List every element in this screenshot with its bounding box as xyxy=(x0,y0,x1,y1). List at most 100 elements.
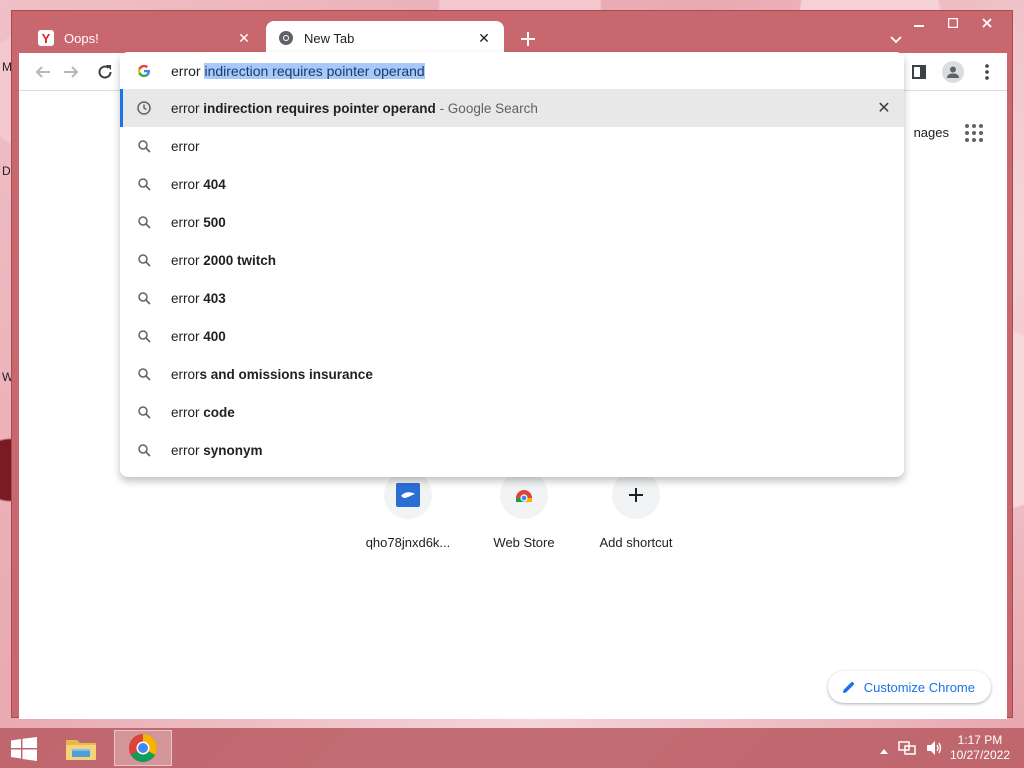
site-icon xyxy=(384,471,432,519)
new-tab-button[interactable] xyxy=(516,27,540,51)
plus-icon xyxy=(612,471,660,519)
web-store-icon xyxy=(500,471,548,519)
more-vert-icon xyxy=(985,64,989,80)
reload-button[interactable] xyxy=(93,60,117,84)
suggestion-item[interactable]: error 400 xyxy=(120,317,904,355)
search-icon xyxy=(136,404,152,420)
side-panel-button[interactable] xyxy=(907,60,931,84)
remove-suggestion-icon[interactable]: ✕ xyxy=(876,100,892,117)
folder-icon xyxy=(66,740,96,760)
suggestion-bold: 404 xyxy=(203,176,226,192)
suggestion-prefix: error xyxy=(171,176,204,192)
suggestion-item[interactable]: error xyxy=(120,127,904,165)
start-button[interactable] xyxy=(10,737,38,761)
autocomplete-selection: indirection requires pointer operand xyxy=(204,63,425,79)
plus-icon xyxy=(521,32,535,46)
tab-oops[interactable]: Y Oops! ✕ xyxy=(26,21,264,55)
suggestion-bold: 500 xyxy=(203,214,226,230)
address-bar[interactable]: error indirection requires pointer opera… xyxy=(120,52,904,90)
shortcut-tile[interactable]: Web Store xyxy=(468,471,580,550)
chrome-icon xyxy=(129,734,157,762)
tab-new-tab[interactable]: New Tab ✕ xyxy=(266,21,504,55)
address-input[interactable]: error indirection requires pointer opera… xyxy=(171,63,425,79)
arrow-right-icon xyxy=(64,66,79,78)
customize-chrome-button[interactable]: Customize Chrome xyxy=(827,671,991,703)
clock-date: 10/27/2022 xyxy=(949,748,1010,762)
suggestion-item[interactable]: error s and omissions insurance xyxy=(120,355,904,393)
chevron-down-icon xyxy=(890,36,902,44)
suggestion-item[interactable]: error code xyxy=(120,393,904,431)
suggestion-bold: 2000 twitch xyxy=(203,252,277,268)
back-button[interactable] xyxy=(31,60,55,84)
tab-search-button[interactable] xyxy=(890,31,902,47)
shortcut-label: Web Store xyxy=(493,535,555,550)
person-icon xyxy=(947,66,959,78)
tab-title: Oops! xyxy=(64,30,99,46)
typed-text: error xyxy=(171,63,205,79)
suggestion-prefix: error xyxy=(171,214,204,230)
suggestion-bold: code xyxy=(203,404,235,420)
system-tray xyxy=(880,740,944,759)
suggestion-item[interactable]: error 500 xyxy=(120,203,904,241)
shortcut-tile[interactable]: qho78jnxd6k... xyxy=(352,471,464,550)
suggestion-prefix: error xyxy=(171,252,204,268)
suggestion-bold: synonym xyxy=(203,442,263,458)
menu-button[interactable] xyxy=(975,60,999,84)
arrow-left-icon xyxy=(35,66,50,78)
side-panel-icon xyxy=(912,65,926,79)
search-icon xyxy=(136,138,152,154)
images-link[interactable]: nages xyxy=(914,125,949,140)
suggestion-prefix: error xyxy=(171,328,204,344)
suggestion-list: error indirection requires pointer opera… xyxy=(120,89,904,469)
suggestion-prefix: error xyxy=(171,442,204,458)
suggestion-prefix: error xyxy=(171,100,204,116)
tab-strip: Y Oops! ✕ New Tab ✕ xyxy=(12,19,1012,55)
shortcut-label: qho78jnxd6k... xyxy=(365,535,451,550)
search-icon xyxy=(136,290,152,306)
suggestion-description: - Google Search xyxy=(435,100,538,116)
network-icon[interactable] xyxy=(898,740,916,759)
tab-title: New Tab xyxy=(304,30,355,46)
google-g-icon xyxy=(136,63,152,79)
svg-text:Y: Y xyxy=(42,31,51,46)
suggestion-bold: 403 xyxy=(203,290,226,306)
suggestion-prefix: error xyxy=(171,404,204,420)
forward-button[interactable] xyxy=(59,60,83,84)
taskbar: 1:17 PM 10/27/2022 xyxy=(0,728,1024,768)
volume-icon[interactable] xyxy=(926,740,944,759)
close-tab-icon[interactable]: ✕ xyxy=(476,30,492,47)
omnibox-dropdown: error indirection requires pointer opera… xyxy=(120,52,904,477)
windows-logo-icon xyxy=(11,737,37,761)
close-tab-icon[interactable]: ✕ xyxy=(236,30,252,47)
suggestion-item[interactable]: error synonym xyxy=(120,431,904,469)
suggestion-item[interactable]: error 404 xyxy=(120,165,904,203)
suggestion-prefix: error xyxy=(171,138,200,154)
yandex-icon: Y xyxy=(38,30,54,46)
history-icon xyxy=(136,100,152,116)
clock-time: 1:17 PM xyxy=(957,733,1003,747)
suggestion-item[interactable]: error indirection requires pointer opera… xyxy=(120,89,904,127)
search-icon xyxy=(136,328,152,344)
suggestion-bold: 400 xyxy=(203,328,226,344)
apps-grid-icon[interactable] xyxy=(965,124,983,142)
suggestion-prefix: error xyxy=(171,290,204,306)
suggestion-bold: s and omissions insurance xyxy=(199,366,373,382)
pencil-icon xyxy=(842,681,855,693)
toolbar-actions xyxy=(907,60,999,84)
search-icon xyxy=(136,214,152,230)
search-icon xyxy=(136,176,152,192)
shortcut-label: Add shortcut xyxy=(599,535,673,550)
suggestion-item[interactable]: error 403 xyxy=(120,279,904,317)
search-icon xyxy=(136,442,152,458)
clock[interactable]: 1:17 PM 10/27/2022 xyxy=(950,733,1010,763)
file-explorer-taskbar-button[interactable] xyxy=(52,730,110,766)
reload-icon xyxy=(98,65,112,79)
add-shortcut-tile[interactable]: Add shortcut xyxy=(580,471,692,550)
chrome-taskbar-button[interactable] xyxy=(114,730,172,766)
profile-button[interactable] xyxy=(941,60,965,84)
suggestion-bold: indirection requires pointer operand xyxy=(203,100,436,116)
suggestion-item[interactable]: error 2000 twitch xyxy=(120,241,904,279)
chrome-icon xyxy=(278,30,294,46)
show-hidden-icons-icon[interactable] xyxy=(880,743,888,757)
desktop-icon-label: D xyxy=(2,164,11,178)
